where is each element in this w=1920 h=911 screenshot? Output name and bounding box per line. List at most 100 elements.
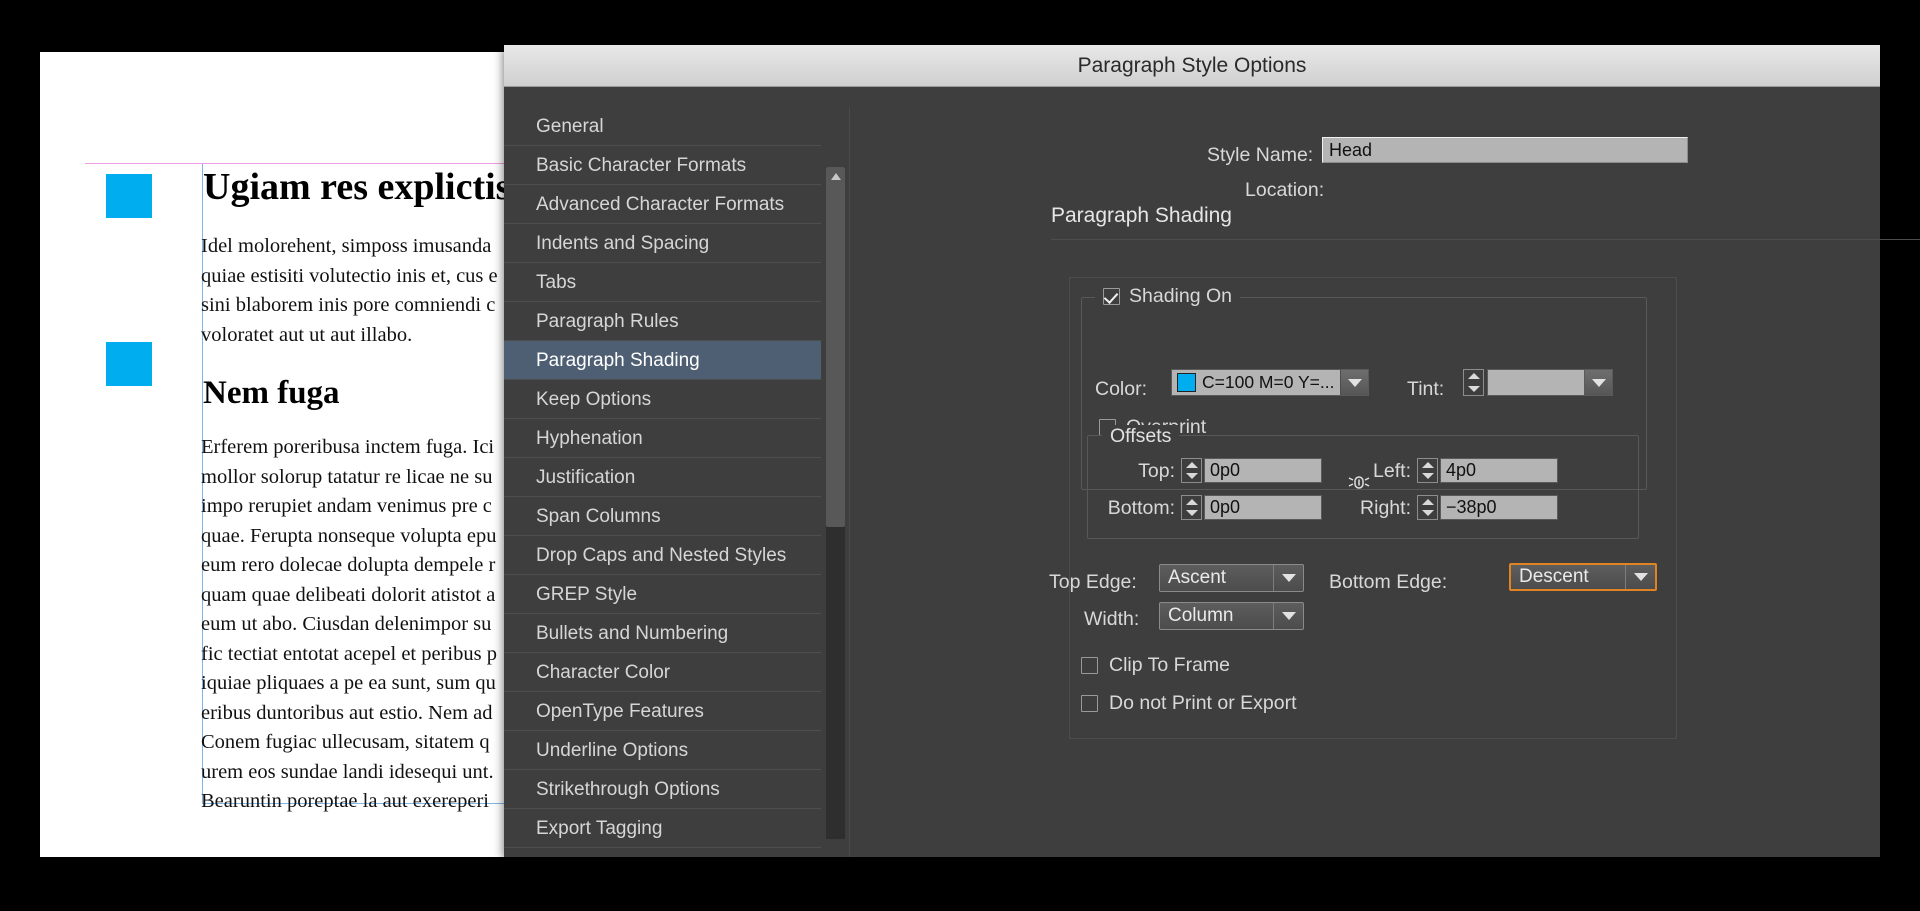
sidebar-item-grep-style[interactable]: GREP Style (504, 575, 821, 614)
bottom-edge-dropdown[interactable]: Descent (1509, 563, 1657, 591)
do-not-print-row[interactable]: Do not Print or Export (1081, 692, 1297, 715)
style-name-label: Style Name: (1207, 144, 1314, 166)
width-dropdown[interactable]: Column (1159, 602, 1304, 630)
stepper-down-icon[interactable] (1185, 473, 1198, 480)
sidebar-scrollbar-thumb[interactable] (826, 167, 845, 527)
stepper-up-icon[interactable] (1467, 373, 1480, 380)
offset-right-label: Right: (1360, 497, 1411, 519)
offset-bottom-input[interactable]: 0p0 (1204, 495, 1322, 520)
tint-stepper[interactable] (1463, 369, 1484, 396)
chevron-down-icon[interactable] (1625, 565, 1655, 589)
clip-to-frame-checkbox[interactable] (1081, 657, 1098, 674)
chevron-down-icon[interactable] (1340, 370, 1368, 395)
shading-swatch-block-2 (106, 342, 152, 386)
sidebar-item-hyphenation[interactable]: Hyphenation (504, 419, 821, 458)
top-edge-dropdown[interactable]: Ascent (1159, 564, 1304, 592)
sidebar-item-label: Tabs (536, 272, 577, 293)
page-title: Paragraph Shading (1051, 204, 1232, 227)
offset-top-input[interactable]: 0p0 (1204, 458, 1322, 483)
stepper-down-icon[interactable] (1467, 385, 1480, 392)
chevron-down-icon[interactable] (1273, 603, 1303, 629)
bottom-edge-label: Bottom Edge: (1329, 571, 1448, 593)
offset-top-label: Top: (1138, 460, 1175, 482)
stepper-down-icon[interactable] (1185, 510, 1198, 517)
sidebar-item-tabs[interactable]: Tabs (504, 263, 821, 302)
sidebar-scrollbar[interactable] (826, 167, 845, 839)
stepper-up-icon[interactable] (1421, 498, 1434, 505)
do-not-print-checkbox[interactable] (1081, 695, 1098, 712)
sidebar-item-strikethrough-options[interactable]: Strikethrough Options (504, 770, 821, 809)
sidebar-item-label: Keep Options (536, 389, 652, 410)
sidebar-item-label: General (536, 116, 604, 137)
sidebar-divider (849, 107, 850, 857)
chevron-down-icon[interactable] (1273, 565, 1303, 591)
stepper-down-icon[interactable] (1421, 510, 1434, 517)
stepper-up-icon[interactable] (1185, 498, 1198, 505)
color-dropdown-value: C=100 M=0 Y=... (1202, 372, 1335, 392)
sidebar-item-label: Indents and Spacing (536, 233, 710, 254)
tint-dropdown-arrow[interactable] (1585, 369, 1613, 396)
sidebar-item-general[interactable]: General (504, 107, 821, 146)
sidebar-item-character-color[interactable]: Character Color (504, 653, 821, 692)
sidebar-item-label: OpenType Features (536, 701, 704, 722)
shading-on-checkbox[interactable] (1103, 288, 1120, 305)
shading-swatch-block-1 (106, 174, 152, 218)
sidebar-item-keep-options[interactable]: Keep Options (504, 380, 821, 419)
color-label: Color: (1095, 378, 1148, 400)
sidebar-item-indents-and-spacing[interactable]: Indents and Spacing (504, 224, 821, 263)
document-heading-1: Ugiam res explictis (203, 166, 511, 208)
clip-to-frame-label: Clip To Frame (1109, 654, 1231, 676)
sidebar-item-export-tagging[interactable]: Export Tagging (504, 809, 821, 848)
sidebar-item-label: Span Columns (536, 506, 661, 527)
sidebar-item-label: Drop Caps and Nested Styles (536, 545, 787, 566)
sidebar-item-advanced-character-formats[interactable]: Advanced Character Formats (504, 185, 821, 224)
sidebar-item-label: Justification (536, 467, 636, 488)
sidebar-item-opentype-features[interactable]: OpenType Features (504, 692, 821, 731)
offset-right-stepper[interactable] (1417, 495, 1438, 520)
offset-top-stepper[interactable] (1181, 458, 1202, 483)
sidebar-item-label: Hyphenation (536, 428, 643, 449)
offsets-group-label: Offsets (1102, 425, 1180, 448)
offset-left-input[interactable]: 4p0 (1440, 458, 1558, 483)
sidebar-item-span-columns[interactable]: Span Columns (504, 497, 821, 536)
dialog-titlebar[interactable]: Paragraph Style Options (504, 45, 1880, 87)
sidebar-item-label: Paragraph Rules (536, 311, 679, 332)
sidebar-item-basic-character-formats[interactable]: Basic Character Formats (504, 146, 821, 185)
sidebar-item-label: Underline Options (536, 740, 689, 761)
dialog-title: Paragraph Style Options (1077, 53, 1307, 77)
sidebar-item-bullets-and-numbering[interactable]: Bullets and Numbering (504, 614, 821, 653)
sidebar-item-label: Strikethrough Options (536, 779, 720, 800)
sidebar-item-underline-options[interactable]: Underline Options (504, 731, 821, 770)
tint-label: Tint: (1407, 378, 1445, 400)
shading-on-label: Shading On (1129, 285, 1232, 307)
location-label: Location: (1245, 179, 1325, 201)
scroll-up-arrow-icon[interactable] (831, 173, 841, 180)
tint-input[interactable] (1487, 369, 1585, 396)
do-not-print-label: Do not Print or Export (1109, 692, 1297, 714)
offset-right-input[interactable]: −38p0 (1440, 495, 1558, 520)
sidebar-item-label: GREP Style (536, 584, 638, 605)
width-label: Width: (1084, 608, 1140, 630)
category-list[interactable]: General Basic Character Formats Advanced C… (504, 107, 821, 857)
stepper-up-icon[interactable] (1421, 461, 1434, 468)
offset-bottom-label: Bottom: (1107, 497, 1175, 519)
clip-to-frame-row[interactable]: Clip To Frame (1081, 654, 1230, 677)
color-dropdown[interactable]: C=100 M=0 Y=... (1171, 369, 1369, 396)
bottom-edge-value: Descent (1519, 566, 1589, 587)
shading-on-row[interactable]: Shading On (1095, 285, 1240, 308)
stepper-up-icon[interactable] (1185, 461, 1198, 468)
top-edge-label: Top Edge: (1049, 571, 1137, 593)
sidebar-item-label: Basic Character Formats (536, 155, 747, 176)
sidebar-item-paragraph-shading[interactable]: Paragraph Shading (504, 341, 821, 380)
sidebar-item-label: Bullets and Numbering (536, 623, 729, 644)
sidebar-item-paragraph-rules[interactable]: Paragraph Rules (504, 302, 821, 341)
sidebar-item-justification[interactable]: Justification (504, 458, 821, 497)
screen: Ugiam res explictis Nem fuga Idel molore… (0, 0, 1920, 911)
offset-left-stepper[interactable] (1417, 458, 1438, 483)
stepper-down-icon[interactable] (1421, 473, 1434, 480)
options-pane: Style Name: Location: Paragraph Shading … (859, 87, 1920, 857)
offset-bottom-stepper[interactable] (1181, 495, 1202, 520)
sidebar-item-drop-caps-and-nested-styles[interactable]: Drop Caps and Nested Styles (504, 536, 821, 575)
style-name-input[interactable] (1322, 137, 1688, 163)
section-divider (1051, 239, 1920, 240)
